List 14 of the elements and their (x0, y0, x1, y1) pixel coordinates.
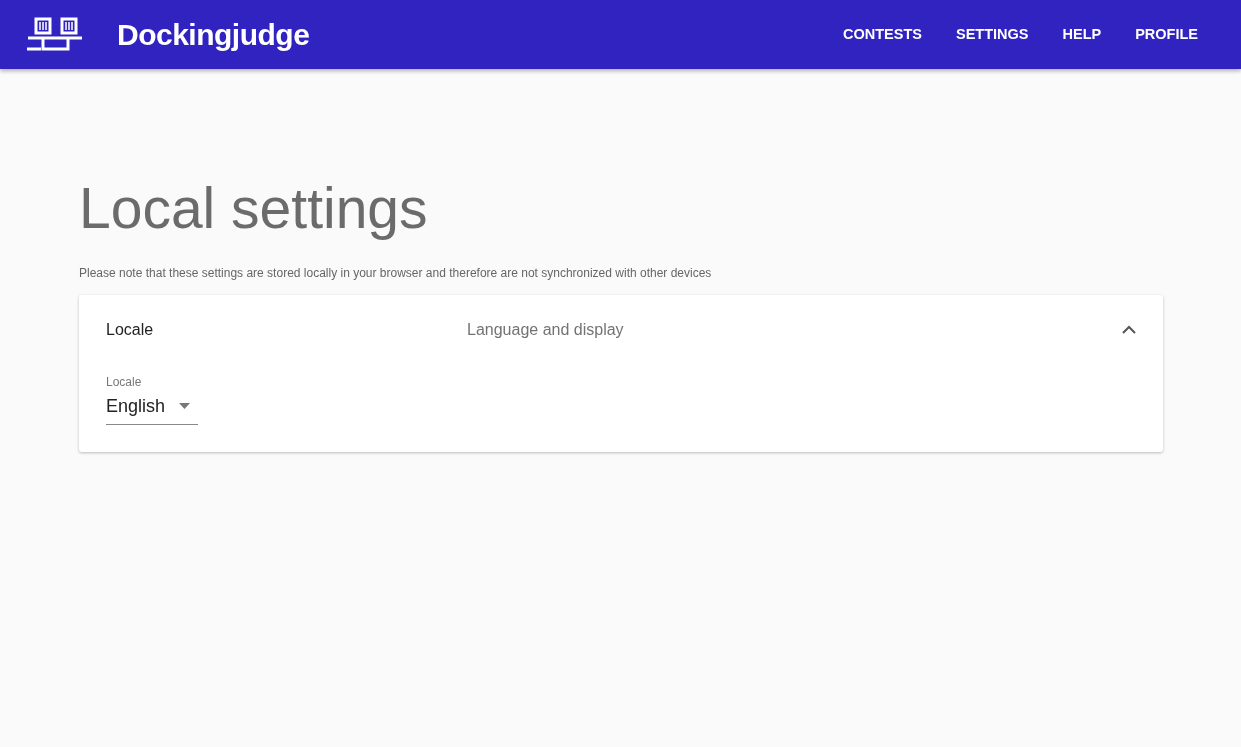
panel-subtitle: Language and display (467, 319, 625, 340)
panel-header[interactable]: Locale Language and display (79, 294, 1163, 365)
field-label: Locale (106, 373, 143, 391)
nav-link[interactable]: SETTINGS (938, 15, 1046, 54)
nav-link[interactable]: CONTESTS (826, 15, 939, 54)
panel-title: Locale (106, 319, 155, 340)
settings-note: Please note that these settings are stored locally in your browser and therefore are not synchronized with other devices (79, 264, 713, 282)
nav-link[interactable]: HELP (1045, 15, 1119, 54)
chevron-up-icon[interactable] (1122, 325, 1136, 335)
brand-name[interactable]: Dockingjudge (117, 12, 310, 57)
locale-select[interactable]: English (106, 390, 198, 425)
nav-link[interactable]: PROFILE (1118, 15, 1215, 54)
caret-icon (179, 403, 191, 410)
page-title: Local settings (79, 177, 429, 240)
